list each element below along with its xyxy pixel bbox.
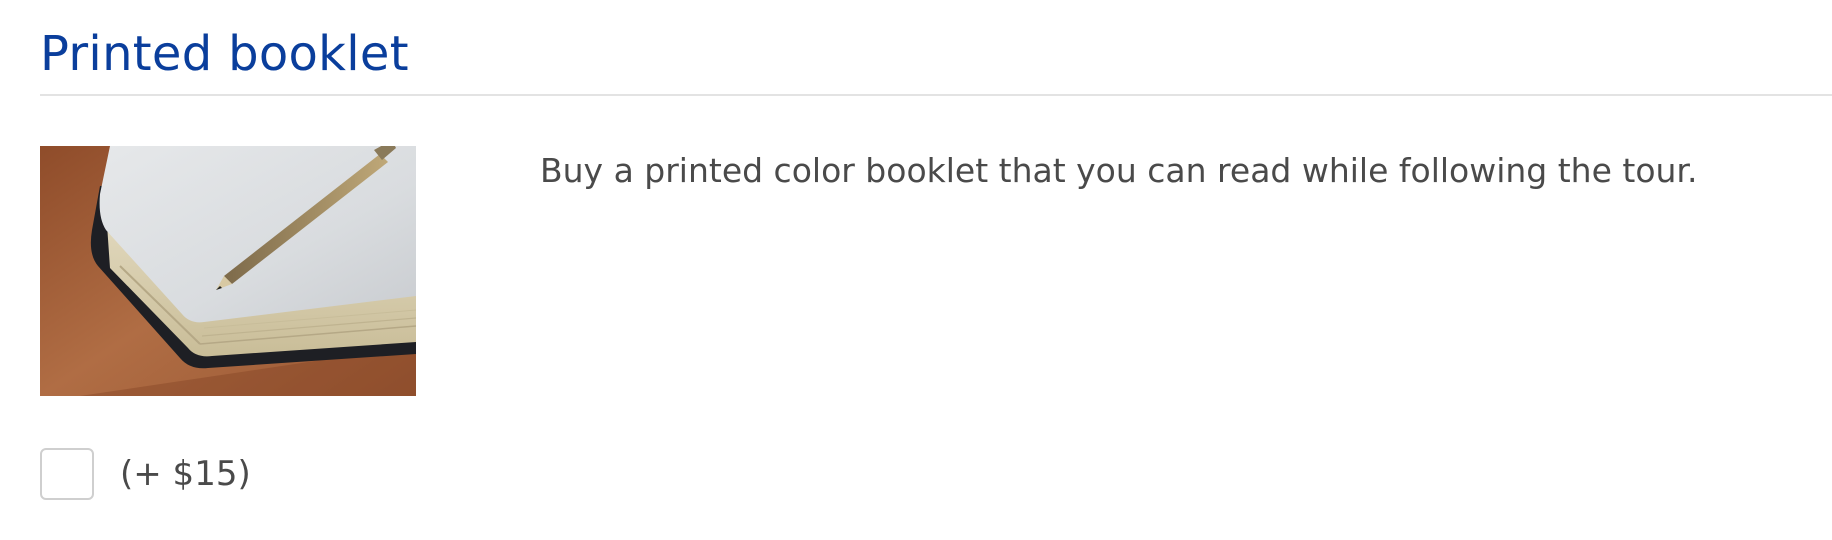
booklet-description: Buy a printed color booklet that you can…	[540, 151, 1698, 190]
booklet-image	[40, 146, 416, 396]
booklet-addon-option: (+ $15)	[40, 446, 251, 502]
booklet-option-section: Printed booklet Buy a printed color book…	[0, 0, 1832, 540]
booklet-checkbox[interactable]	[40, 448, 94, 500]
section-divider	[40, 94, 1832, 96]
section-title: Printed booklet	[40, 26, 409, 82]
price-label: (+ $15)	[120, 454, 251, 494]
